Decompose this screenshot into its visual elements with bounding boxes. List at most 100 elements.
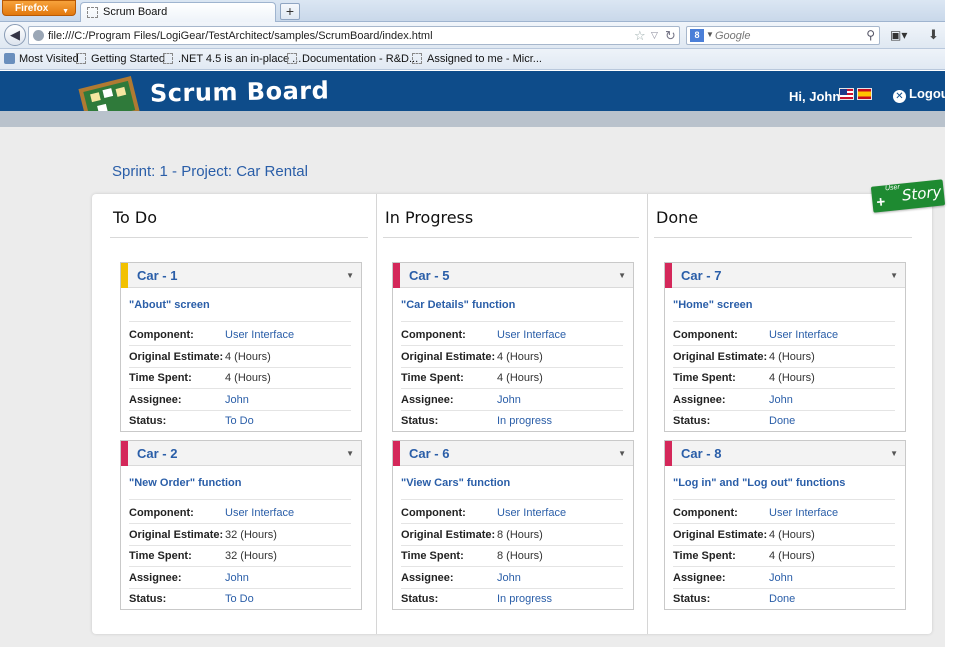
bookmark-most-visited[interactable]: Most Visited bbox=[4, 53, 79, 65]
us-flag-icon[interactable] bbox=[839, 88, 854, 100]
card-menu-chevron-down-icon[interactable]: ▼ bbox=[890, 271, 898, 280]
card-divider bbox=[673, 345, 895, 346]
new-tab-button[interactable]: + bbox=[280, 3, 300, 20]
card-menu-chevron-down-icon[interactable]: ▼ bbox=[890, 449, 898, 458]
bookmark-net45[interactable]: .NET 4.5 is an in-place ... bbox=[163, 53, 301, 65]
field-value-assignee[interactable]: John bbox=[497, 394, 521, 406]
plus-icon: + bbox=[875, 193, 887, 212]
field-label-spent: Time Spent: bbox=[401, 550, 464, 562]
sprint-title: Sprint: 1 - Project: Car Rental bbox=[112, 163, 308, 180]
field-value-status[interactable]: Done bbox=[769, 415, 795, 427]
field-label-status: Status: bbox=[401, 593, 439, 605]
field-value-assignee[interactable]: John bbox=[225, 572, 249, 584]
card-title[interactable]: "Home" screen bbox=[673, 299, 753, 311]
field-value-status[interactable]: To Do bbox=[225, 593, 254, 605]
card-id: Car - 7 bbox=[681, 268, 722, 283]
field-value-assignee[interactable]: John bbox=[497, 572, 521, 584]
column-divider bbox=[647, 194, 648, 634]
field-label-assignee: Assignee: bbox=[129, 572, 182, 584]
search-box: 8 ▼ ⚲ bbox=[686, 26, 880, 45]
google-engine-icon[interactable]: 8 bbox=[690, 29, 704, 42]
field-value-status[interactable]: In progress bbox=[497, 415, 552, 427]
bookmark-documentation[interactable]: Documentation - R&D... bbox=[287, 53, 418, 65]
download-icon[interactable]: ⬇ bbox=[928, 27, 939, 43]
field-value-estimate: 4 (Hours) bbox=[769, 351, 815, 363]
card-header[interactable]: Car - 1 ▼ bbox=[121, 263, 361, 288]
search-input[interactable] bbox=[715, 29, 855, 42]
field-value-component[interactable]: User Interface bbox=[769, 507, 838, 519]
field-value-assignee[interactable]: John bbox=[769, 572, 793, 584]
card-divider bbox=[673, 321, 895, 322]
field-value-component[interactable]: User Interface bbox=[225, 507, 294, 519]
browser-tab-strip: Firefox ▼ Scrum Board + bbox=[0, 0, 945, 22]
page-icon bbox=[287, 53, 297, 64]
app-title: Scrum Board bbox=[149, 76, 330, 108]
card-divider bbox=[673, 410, 895, 411]
card-title[interactable]: "View Cars" function bbox=[401, 477, 510, 489]
field-label-status: Status: bbox=[673, 593, 711, 605]
card-header[interactable]: Car - 8 ▼ bbox=[665, 441, 905, 466]
field-value-component[interactable]: User Interface bbox=[769, 329, 838, 341]
card-divider bbox=[673, 588, 895, 589]
history-dropdown-icon[interactable]: ▽ bbox=[651, 30, 658, 41]
story-card[interactable]: Car - 1 ▼ "About" screen Component: User Int… bbox=[120, 262, 362, 432]
field-label-spent: Time Spent: bbox=[129, 372, 192, 384]
field-value-status[interactable]: Done bbox=[769, 593, 795, 605]
bookmark-star-icon[interactable]: ☆ bbox=[634, 28, 646, 44]
card-menu-chevron-down-icon[interactable]: ▼ bbox=[618, 449, 626, 458]
most-visited-icon bbox=[4, 53, 15, 64]
card-header[interactable]: Car - 2 ▼ bbox=[121, 441, 361, 466]
field-value-status[interactable]: In progress bbox=[497, 593, 552, 605]
card-id: Car - 5 bbox=[409, 268, 450, 283]
card-divider bbox=[401, 523, 623, 524]
firefox-menu-button[interactable]: Firefox ▼ bbox=[2, 0, 76, 16]
card-header[interactable]: Car - 5 ▼ bbox=[393, 263, 633, 288]
address-bar[interactable]: file:///C:/Program Files/LogiGear/TestAr… bbox=[28, 26, 680, 45]
search-icon[interactable]: ⚲ bbox=[866, 28, 875, 42]
engine-dropdown-icon[interactable]: ▼ bbox=[706, 30, 714, 39]
field-value-component[interactable]: User Interface bbox=[497, 507, 566, 519]
story-card[interactable]: Car - 2 ▼ "New Order" function Component: Us… bbox=[120, 440, 362, 610]
priority-strip bbox=[121, 441, 128, 466]
field-label-status: Status: bbox=[129, 415, 167, 427]
card-title[interactable]: "About" screen bbox=[129, 299, 210, 311]
card-title[interactable]: "New Order" function bbox=[129, 477, 242, 489]
bookmarks-menu-icon[interactable]: ▣▾ bbox=[890, 28, 914, 43]
card-title[interactable]: "Car Details" function bbox=[401, 299, 515, 311]
card-divider bbox=[129, 345, 351, 346]
field-label-estimate: Original Estimate: bbox=[673, 351, 768, 363]
card-menu-chevron-down-icon[interactable]: ▼ bbox=[618, 271, 626, 280]
priority-strip bbox=[393, 263, 400, 288]
card-title[interactable]: "Log in" and "Log out" functions bbox=[673, 477, 845, 489]
field-value-component[interactable]: User Interface bbox=[497, 329, 566, 341]
field-value-assignee[interactable]: John bbox=[225, 394, 249, 406]
field-value-status[interactable]: To Do bbox=[225, 415, 254, 427]
browser-tab[interactable]: Scrum Board bbox=[80, 2, 276, 22]
story-card[interactable]: Car - 5 ▼ "Car Details" function Component:… bbox=[392, 262, 634, 432]
card-menu-chevron-down-icon[interactable]: ▼ bbox=[346, 271, 354, 280]
bookmark-assigned[interactable]: Assigned to me - Micr... bbox=[412, 53, 542, 65]
navigation-toolbar: ◀ file:///C:/Program Files/LogiGear/Test… bbox=[0, 22, 945, 49]
card-divider bbox=[129, 499, 351, 500]
header-subbar bbox=[0, 111, 945, 127]
story-card[interactable]: Car - 8 ▼ "Log in" and "Log out" functions… bbox=[664, 440, 906, 610]
card-header[interactable]: Car - 7 ▼ bbox=[665, 263, 905, 288]
card-divider bbox=[673, 499, 895, 500]
bookmark-getting-started[interactable]: Getting Started bbox=[76, 53, 165, 65]
card-header[interactable]: Car - 6 ▼ bbox=[393, 441, 633, 466]
field-value-assignee[interactable]: John bbox=[769, 394, 793, 406]
column-rule bbox=[110, 237, 368, 238]
story-card[interactable]: Car - 6 ▼ "View Cars" function Component: Us… bbox=[392, 440, 634, 610]
reload-icon[interactable]: ↻ bbox=[665, 28, 676, 44]
field-label-component: Component: bbox=[401, 329, 466, 341]
card-menu-chevron-down-icon[interactable]: ▼ bbox=[346, 449, 354, 458]
spain-flag-icon[interactable] bbox=[857, 88, 872, 100]
back-button[interactable]: ◀ bbox=[4, 24, 26, 46]
card-id: Car - 1 bbox=[137, 268, 178, 283]
field-label-spent: Time Spent: bbox=[673, 550, 736, 562]
field-label-estimate: Original Estimate: bbox=[401, 351, 496, 363]
field-value-component[interactable]: User Interface bbox=[225, 329, 294, 341]
story-card[interactable]: Car - 7 ▼ "Home" screen Component: User Inte… bbox=[664, 262, 906, 432]
card-id: Car - 2 bbox=[137, 446, 178, 461]
logout-button[interactable]: ✕ Logout bbox=[893, 86, 953, 103]
